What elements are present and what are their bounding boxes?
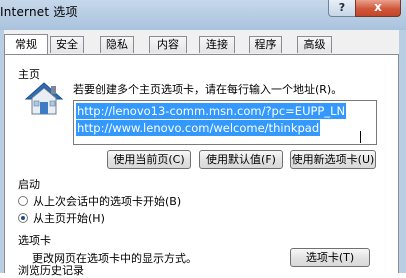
use-default-button[interactable]: 使用默认值(F)	[199, 150, 283, 169]
tab-security[interactable]: 安全	[50, 36, 84, 53]
window-title: Internet 选项	[0, 5, 78, 19]
tab-privacy[interactable]: 隐私	[100, 36, 134, 53]
radio-label-homepage: 从主页开始(H)	[33, 212, 105, 225]
radio-button-homepage[interactable]	[18, 213, 28, 223]
use-current-button[interactable]: 使用当前页(C)	[107, 150, 191, 169]
text-caret	[360, 131, 361, 143]
homepage-url-line-2: http://www.lenovo.com/welcome/thinkpad	[76, 120, 321, 136]
radio-label-last-session: 从上次会话中的选项卡开始(B)	[33, 195, 182, 208]
tab-connections[interactable]: 连接	[199, 36, 235, 53]
homepage-section-label: 主页	[18, 68, 40, 81]
window-frame-right	[399, 30, 406, 273]
homepage-description: 若要创建多个主页选项卡，请在每行输入一个地址(R)。	[73, 83, 343, 96]
house-icon	[24, 82, 64, 115]
tabs-section-label: 选项卡	[18, 234, 51, 247]
radio-button-last-session[interactable]	[18, 196, 28, 206]
tabs-settings-button[interactable]: 选项卡(T)	[290, 248, 370, 267]
close-button[interactable]: x	[355, 0, 401, 17]
homepage-url-textarea[interactable]: http://lenovo13-comm.msn.com/?pc=EUPP_LN…	[73, 100, 377, 145]
homepage-url-line-1: http://lenovo13-comm.msn.com/?pc=EUPP_LN	[76, 103, 347, 119]
tab-programs[interactable]: 程序	[249, 36, 282, 53]
tab-advanced[interactable]: 高级	[297, 36, 332, 53]
tab-general[interactable]: 常规	[4, 34, 48, 54]
use-new-tab-button[interactable]: 使用新选项卡(U)	[290, 150, 376, 169]
startup-section-label: 启动	[18, 178, 40, 191]
help-button[interactable]: ?	[328, 0, 356, 17]
tab-content[interactable]: 内容	[149, 36, 187, 53]
browsing-history-label: 浏览历史记录	[18, 264, 84, 277]
